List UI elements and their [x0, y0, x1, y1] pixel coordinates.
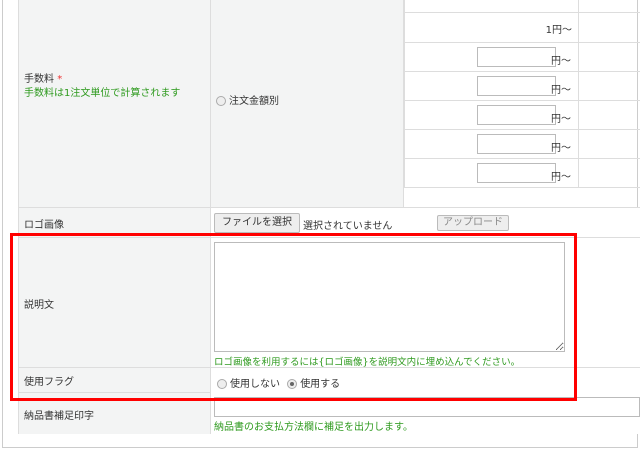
logo-label: ロゴ画像: [24, 220, 64, 231]
fee-note: 手数料は1注文単位で計算されます: [24, 88, 181, 99]
upload-button[interactable]: アップロード: [437, 215, 509, 231]
highlight-box: [10, 233, 577, 401]
fee-type-cell: 注文金額別: [211, 0, 404, 207]
fee-table-header: [404, 0, 640, 12]
fee-tier-suffix: 円〜: [551, 143, 571, 154]
fee-tier-suffix: 円〜: [551, 85, 571, 96]
fee-first-amount: 1円〜: [545, 25, 572, 36]
fee-tier-row: 円〜: [404, 129, 640, 158]
radio-icon: [216, 96, 226, 106]
fee-tier-amount-input[interactable]: [477, 163, 556, 183]
fee-tier-amount-input[interactable]: [477, 47, 556, 67]
fee-label-cell: 手数料 * 手数料は1注文単位で計算されます: [18, 0, 211, 207]
fee-tier-row: 円〜: [404, 100, 640, 129]
fee-by-amount-radio[interactable]: 注文金額別: [216, 92, 279, 107]
fee-tier-amount-input[interactable]: [477, 105, 556, 125]
fee-tier-suffix: 円〜: [551, 56, 571, 67]
delivery-note-hint: 納品書のお支払方法欄に補足を出力します。: [214, 422, 413, 433]
fee-tier-row: 円〜: [404, 71, 640, 100]
fee-table-bottom: [404, 187, 640, 188]
choose-file-button[interactable]: ファイルを選択: [214, 213, 300, 233]
fee-tier-row: 円〜: [404, 158, 640, 187]
no-file-text: 選択されていません: [303, 221, 393, 232]
fee-tier-amount-input[interactable]: [477, 134, 556, 154]
fee-tier-amount-input[interactable]: [477, 76, 556, 96]
fee-tier-suffix: 円〜: [551, 172, 571, 183]
fee-tier-row: 円〜: [404, 42, 640, 71]
radio-label: 注文金額別: [229, 96, 279, 107]
fee-tier-suffix: 円〜: [551, 114, 571, 125]
fee-row-first: 1円〜: [404, 12, 640, 42]
delivery-note-label: 納品書補足印字: [24, 411, 94, 422]
fee-label: 手数料 *: [24, 70, 62, 85]
